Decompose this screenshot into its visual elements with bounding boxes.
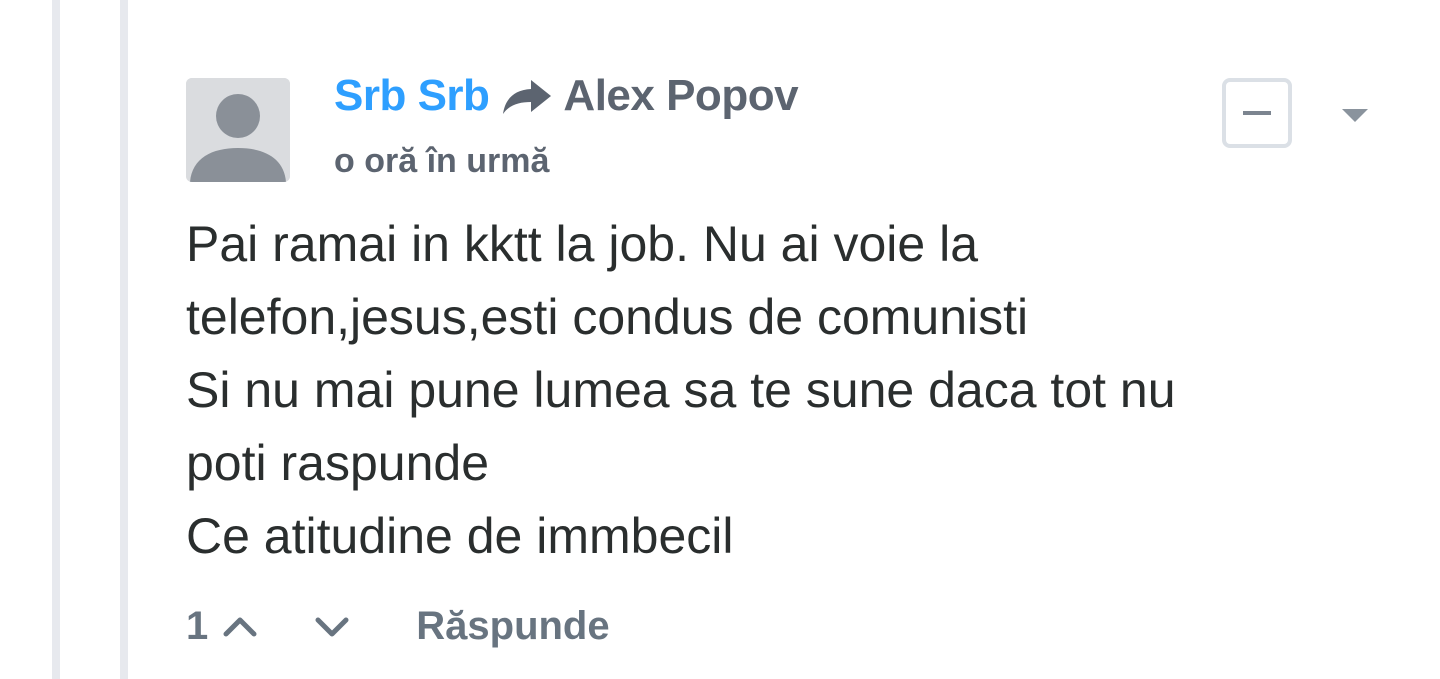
author-name[interactable]: Srb Srb — [334, 71, 490, 121]
chevron-down-icon — [315, 617, 349, 637]
downvote-button[interactable] — [312, 606, 352, 646]
comment-body-line: Pai ramai in kktt la job. Nu ai voie la — [186, 216, 979, 272]
caret-down-icon[interactable] — [1340, 105, 1370, 125]
upvote-button[interactable] — [220, 606, 260, 646]
thread-indent-line — [120, 0, 128, 679]
comment-header: Srb Srb Alex Popov — [334, 68, 799, 124]
comment-body: Pai ramai in kktt la job. Nu ai voie la … — [186, 208, 1386, 573]
chevron-up-icon — [223, 617, 257, 637]
minus-icon — [1243, 111, 1271, 115]
vote-count: 1 — [186, 603, 209, 648]
share-arrow-icon — [503, 80, 552, 114]
avatar[interactable] — [186, 78, 290, 182]
thread-indent-line — [52, 0, 60, 679]
comment-body-line: Si nu mai pune lumea sa te sune daca tot… — [186, 362, 1176, 418]
comment-body-line: Ce atitudine de immbecil — [186, 508, 734, 564]
comment-body-line: poti raspunde — [186, 435, 490, 491]
comment-body-line: telefon,jesus,esti condus de comunisti — [186, 289, 1029, 345]
comment-actions: 1 Răspunde — [186, 596, 610, 656]
reply-button[interactable]: Răspunde — [416, 604, 609, 649]
default-user-avatar-icon — [186, 78, 290, 182]
reply-to-author[interactable]: Alex Popov — [563, 71, 798, 121]
collapse-button[interactable] — [1222, 78, 1292, 148]
comment-timestamp[interactable]: o oră în urmă — [334, 142, 549, 181]
